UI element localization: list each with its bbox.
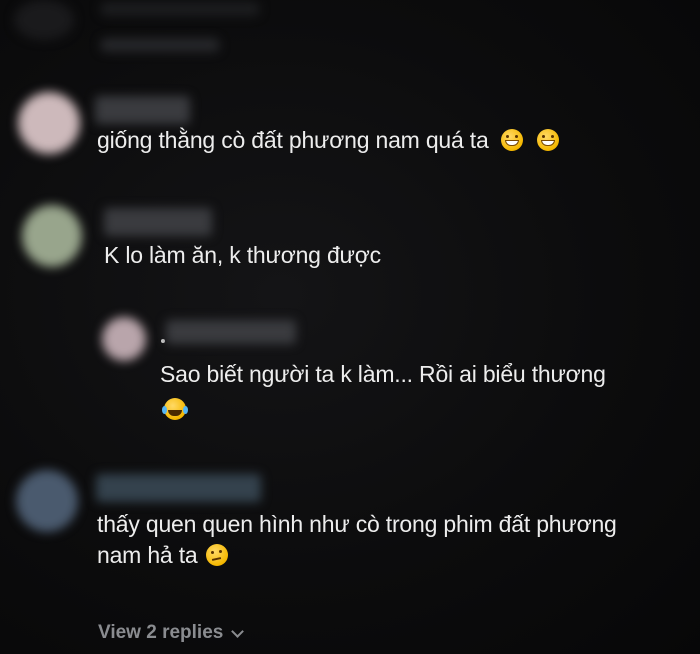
avatar[interactable] bbox=[16, 470, 78, 532]
commenter-name-blurred[interactable] bbox=[96, 474, 261, 502]
commenter-name-blurred[interactable] bbox=[95, 96, 190, 124]
grinning-icon bbox=[536, 129, 559, 151]
comment-text-line2: nam hả ta bbox=[97, 542, 198, 568]
chevron-down-icon bbox=[231, 624, 245, 638]
blurred-previous-content bbox=[100, 38, 220, 52]
commenter-name-blurred[interactable] bbox=[166, 320, 296, 344]
avatar[interactable] bbox=[22, 205, 82, 267]
comment-text: nam hả ta bbox=[97, 536, 228, 574]
reply-marker-dot bbox=[161, 339, 165, 343]
reply-text-line1: Sao biết người ta k làm... Rồi ai biểu t… bbox=[160, 361, 606, 387]
comment-thread: giống thằng cò đất phương nam quá ta K l… bbox=[0, 0, 700, 654]
reply-text: Sao biết người ta k làm... Rồi ai biểu t… bbox=[160, 355, 606, 393]
comment-text-body: K lo làm ăn, k thương được bbox=[104, 242, 381, 268]
joy-icon bbox=[162, 398, 186, 420]
avatar[interactable] bbox=[18, 92, 80, 154]
blurred-previous-content bbox=[100, 2, 260, 16]
blurred-avatar bbox=[14, 0, 74, 40]
comment-text: giống thằng cò đất phương nam quá ta bbox=[97, 121, 559, 159]
reply-emoji-line bbox=[160, 390, 186, 428]
commenter-name-blurred[interactable] bbox=[104, 208, 212, 236]
thinking-icon bbox=[205, 544, 228, 566]
avatar[interactable] bbox=[102, 317, 146, 361]
view-replies-label: View 2 replies bbox=[98, 622, 224, 643]
grinning-icon bbox=[500, 129, 523, 151]
comment-text: K lo làm ăn, k thương được bbox=[104, 236, 381, 274]
view-replies-button[interactable]: View 2 replies bbox=[98, 622, 245, 644]
comment-text-body: giống thằng cò đất phương nam quá ta bbox=[97, 127, 489, 153]
comment-text-line1: thấy quen quen hình như cò trong phim đấ… bbox=[97, 511, 617, 537]
